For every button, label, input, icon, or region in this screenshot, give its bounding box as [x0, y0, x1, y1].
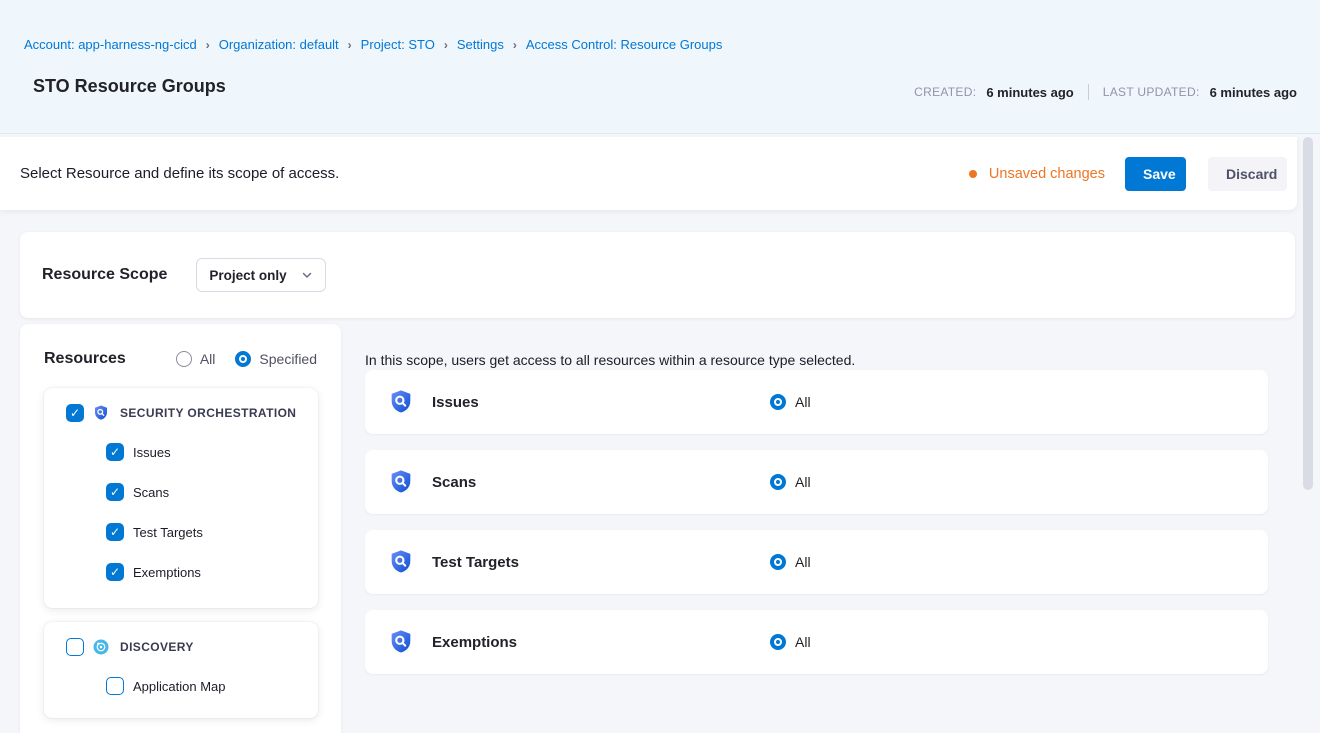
- sto-shield-icon: [387, 388, 415, 416]
- breadcrumb-account-link[interactable]: Account: app-harness-ng-cicd: [24, 37, 197, 52]
- breadcrumb-project-link[interactable]: Project: STO: [361, 37, 435, 52]
- page-header: Account: app-harness-ng-cicd › Organizat…: [0, 0, 1320, 134]
- breadcrumb-separator: ›: [348, 38, 352, 52]
- resource-card-label: Exemptions: [432, 634, 517, 651]
- resource-item-label: Scans: [133, 485, 169, 500]
- resources-panel: Resources All Specified SECURITY OR: [20, 324, 341, 733]
- access-radio-all[interactable]: All: [770, 474, 811, 490]
- access-radio-label: All: [795, 394, 811, 410]
- meta-divider: [1088, 84, 1089, 100]
- breadcrumb: Account: app-harness-ng-cicd › Organizat…: [24, 37, 722, 52]
- group-header-row[interactable]: DISCOVERY: [44, 628, 318, 666]
- resource-scope-card: Resource Scope Project only: [20, 232, 1295, 318]
- test-targets-checkbox[interactable]: [106, 523, 124, 541]
- access-radio-all[interactable]: All: [770, 554, 811, 570]
- radio-specified-icon[interactable]: [235, 351, 251, 367]
- exemptions-checkbox[interactable]: [106, 563, 124, 581]
- resource-scope-dropdown[interactable]: Project only: [196, 258, 326, 292]
- resource-card-label: Issues: [432, 394, 479, 411]
- discard-button[interactable]: Discard: [1208, 157, 1287, 191]
- resource-item-test-targets[interactable]: Test Targets: [44, 512, 318, 552]
- resources-mode-radio-group: All Specified: [176, 351, 317, 367]
- access-radio-icon[interactable]: [770, 474, 786, 490]
- unsaved-dot-icon: [969, 170, 977, 178]
- access-radio-icon[interactable]: [770, 394, 786, 410]
- access-radio-icon[interactable]: [770, 634, 786, 650]
- radio-all[interactable]: All: [176, 351, 216, 367]
- resource-item-label: Exemptions: [133, 565, 201, 580]
- breadcrumb-settings-link[interactable]: Settings: [457, 37, 504, 52]
- resource-item-exemptions[interactable]: Exemptions: [44, 552, 318, 592]
- access-radio-label: All: [795, 554, 811, 570]
- discovery-icon: [92, 638, 110, 656]
- toolbar-description: Select Resource and define its scope of …: [20, 165, 339, 182]
- radio-specified[interactable]: Specified: [235, 351, 317, 367]
- last-updated-label: LAST UPDATED:: [1103, 85, 1200, 99]
- resource-group-discovery: DISCOVERY Application Map: [44, 622, 318, 718]
- resource-group-security-orchestration: SECURITY ORCHESTRATION Issues Scans Test…: [44, 388, 318, 608]
- resource-card-issues: Issues All: [365, 370, 1268, 434]
- resource-card-label: Scans: [432, 474, 476, 491]
- access-radio-icon[interactable]: [770, 554, 786, 570]
- issues-checkbox[interactable]: [106, 443, 124, 461]
- created-label: CREATED:: [914, 85, 976, 99]
- resource-item-label: Test Targets: [133, 525, 203, 540]
- application-map-checkbox[interactable]: [106, 677, 124, 695]
- access-radio-all[interactable]: All: [770, 394, 811, 410]
- discovery-checkbox[interactable]: [66, 638, 84, 656]
- save-button[interactable]: Save: [1125, 157, 1186, 191]
- radio-specified-label: Specified: [259, 351, 317, 367]
- resource-card-exemptions: Exemptions All: [365, 610, 1268, 674]
- access-radio-label: All: [795, 634, 811, 650]
- group-header-row[interactable]: SECURITY ORCHESTRATION: [44, 394, 318, 432]
- breadcrumb-separator: ›: [513, 38, 517, 52]
- resources-panel-header: Resources All Specified: [20, 324, 341, 368]
- radio-all-icon[interactable]: [176, 351, 192, 367]
- resource-card-label: Test Targets: [432, 554, 519, 571]
- toolbar-actions: Unsaved changes Save Discard: [969, 157, 1287, 191]
- sto-shield-icon: [387, 628, 415, 656]
- created-value: 6 minutes ago: [986, 85, 1073, 100]
- last-updated-value: 6 minutes ago: [1210, 85, 1297, 100]
- resource-card-scans: Scans All: [365, 450, 1268, 514]
- resources-title: Resources: [44, 350, 126, 368]
- sto-shield-icon: [92, 404, 110, 422]
- resource-item-label: Application Map: [133, 679, 226, 694]
- scans-checkbox[interactable]: [106, 483, 124, 501]
- breadcrumb-access-control-link[interactable]: Access Control: Resource Groups: [526, 37, 723, 52]
- sto-shield-icon: [387, 468, 415, 496]
- action-toolbar: Select Resource and define its scope of …: [0, 137, 1297, 210]
- vertical-scrollbar[interactable]: [1303, 137, 1313, 490]
- breadcrumb-separator: ›: [444, 38, 448, 52]
- resource-scope-selected-value: Project only: [209, 268, 286, 283]
- radio-all-label: All: [200, 351, 216, 367]
- page-title: STO Resource Groups: [33, 76, 226, 97]
- resource-scope-label: Resource Scope: [42, 266, 167, 284]
- sto-shield-icon: [387, 548, 415, 576]
- access-radio-label: All: [795, 474, 811, 490]
- group-label: SECURITY ORCHESTRATION: [120, 406, 296, 420]
- scope-info-text: In this scope, users get access to all r…: [365, 324, 1268, 370]
- resource-item-scans[interactable]: Scans: [44, 472, 318, 512]
- unsaved-changes-indicator: Unsaved changes: [969, 166, 1105, 182]
- unsaved-changes-label: Unsaved changes: [989, 166, 1105, 182]
- header-meta: CREATED: 6 minutes ago LAST UPDATED: 6 m…: [914, 84, 1297, 100]
- group-label: DISCOVERY: [120, 640, 194, 654]
- main-content: In this scope, users get access to all r…: [365, 324, 1268, 690]
- resource-card-test-targets: Test Targets All: [365, 530, 1268, 594]
- resource-item-application-map[interactable]: Application Map: [44, 666, 318, 706]
- breadcrumb-separator: ›: [206, 38, 210, 52]
- access-radio-all[interactable]: All: [770, 634, 811, 650]
- resource-item-issues[interactable]: Issues: [44, 432, 318, 472]
- resource-item-label: Issues: [133, 445, 171, 460]
- chevron-down-icon: [301, 269, 313, 281]
- security-orchestration-checkbox[interactable]: [66, 404, 84, 422]
- breadcrumb-organization-link[interactable]: Organization: default: [219, 37, 339, 52]
